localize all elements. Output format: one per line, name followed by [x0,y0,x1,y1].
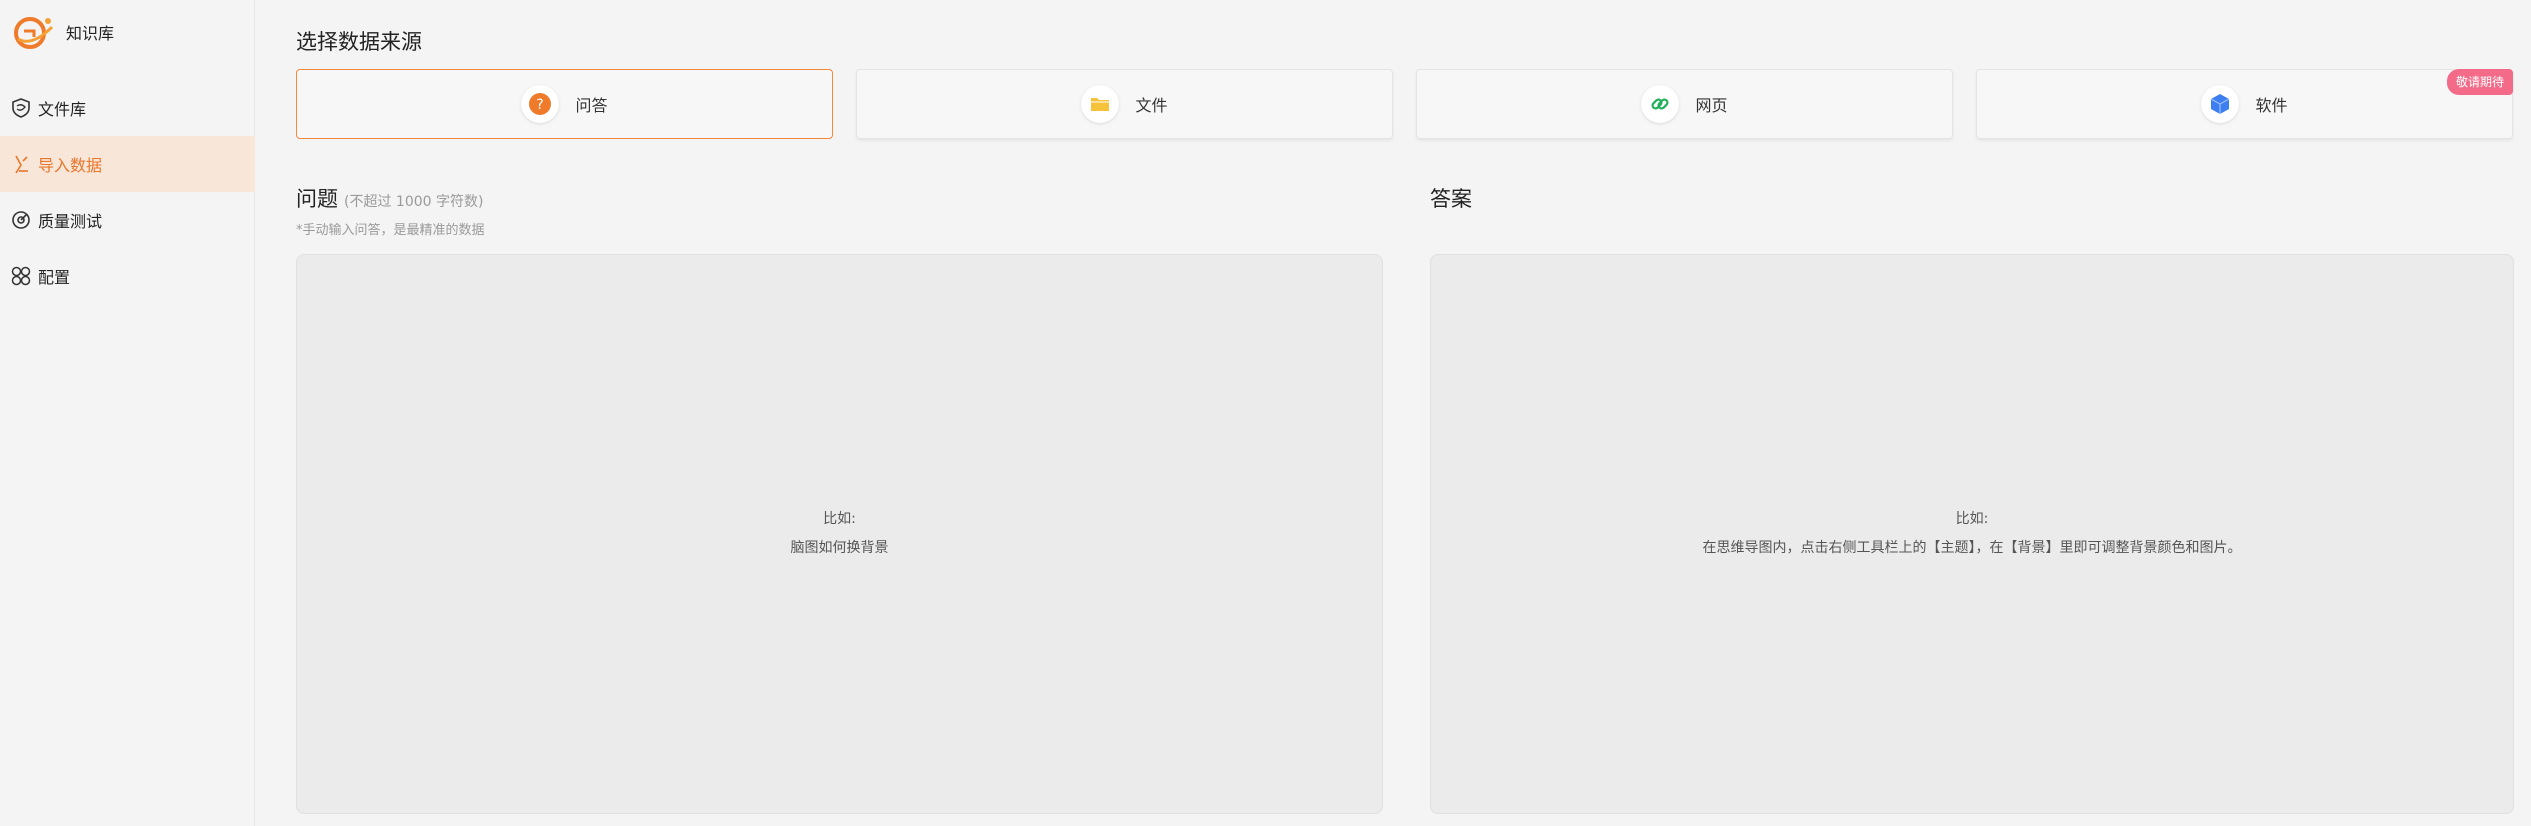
question-title: 问题 [296,187,338,211]
question-input[interactable]: 比如: 脑图如何换背景 [296,254,1383,814]
source-selector: ? 问答 文件 网页 软件 敬请期待 [296,69,2513,139]
source-card-file[interactable]: 文件 [856,69,1393,139]
source-card-software[interactable]: 软件 敬请期待 [1976,69,2513,139]
app-window: 知识库 文件库 导入数据 质量测试 配置 选择数据来源 ? 问答 文件 网页 软… [0,0,2531,826]
svg-text:?: ? [537,97,544,113]
question-hint: *手动输入问答，是最精准的数据 [296,223,485,238]
sidebar-nav: 文件库 导入数据 质量测试 配置 [0,80,255,304]
target-icon [10,209,32,231]
question-header: 问题 (不超过 1000 字符数) [296,183,483,213]
sidebar-item-label: 导入数据 [38,156,103,175]
import-icon [10,153,32,175]
sidebar: 知识库 文件库 导入数据 质量测试 配置 [0,0,255,826]
grid-icon [10,265,32,287]
question-placeholder-line2: 脑图如何换背景 [790,540,889,556]
question-limit-note: (不超过 1000 字符数) [344,194,484,210]
sidebar-item-import-data[interactable]: 导入数据 [0,136,255,192]
folder-icon [1081,85,1120,123]
source-card-qa[interactable]: ? 问答 [296,69,833,139]
source-card-label: 软件 [2255,96,2288,115]
cube-icon [2201,85,2240,123]
answer-placeholder-line1: 比如: [1955,511,1989,527]
question-icon: ? [521,85,560,123]
brand: 知识库 [12,12,114,52]
coming-soon-badge: 敬请期待 [2446,69,2513,95]
sidebar-item-file-library[interactable]: 文件库 [0,80,255,136]
brand-title: 知识库 [66,24,115,43]
sidebar-item-config[interactable]: 配置 [0,248,255,304]
sidebar-item-quality-test[interactable]: 质量测试 [0,192,255,248]
sidebar-item-label: 质量测试 [38,212,103,231]
answer-input[interactable]: 比如: 在思维导图内，点击右侧工具栏上的【主题】，在【背景】里即可调整背景颜色和… [1430,254,2514,814]
link-icon [1641,85,1680,123]
source-card-label: 网页 [1695,96,1728,115]
source-card-label: 问答 [575,96,608,115]
answer-title: 答案 [1430,187,1472,211]
source-card-webpage[interactable]: 网页 [1416,69,1953,139]
brand-logo-icon [14,17,54,49]
section-title: 选择数据来源 [296,30,422,54]
sidebar-item-label: 文件库 [38,100,87,119]
answer-placeholder-line2: 在思维导图内，点击右侧工具栏上的【主题】，在【背景】里即可调整背景颜色和图片。 [1702,540,2242,556]
question-placeholder-line1: 比如: [823,511,856,527]
sidebar-item-label: 配置 [38,268,71,287]
main-content: 选择数据来源 ? 问答 文件 网页 软件 敬请期待 问题 (不超过 1000 字… [256,0,2531,826]
shield-icon [10,97,32,119]
source-card-label: 文件 [1135,96,1168,115]
